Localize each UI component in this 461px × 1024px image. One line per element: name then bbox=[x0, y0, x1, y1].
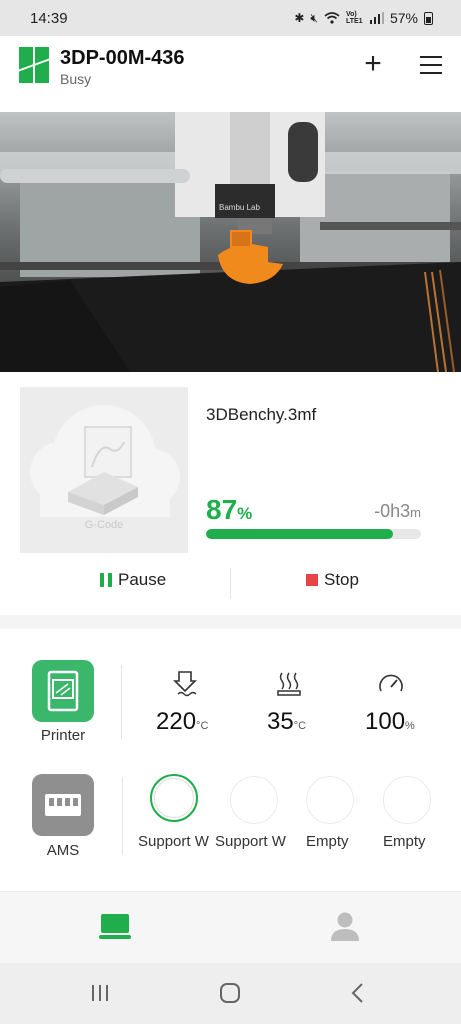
printer-tile[interactable] bbox=[32, 660, 94, 722]
network-type: Vo) LTE1 bbox=[345, 11, 363, 25]
ams-slot-1-label: Support W bbox=[138, 833, 209, 850]
job-controls: Pause Stop bbox=[0, 568, 461, 600]
stop-icon bbox=[306, 574, 318, 586]
signal-icon bbox=[369, 12, 384, 24]
printer-label: Printer bbox=[40, 727, 86, 744]
clock: 14:39 bbox=[30, 9, 68, 27]
ams-slot-2-label: Support W bbox=[215, 833, 286, 850]
device-status: Busy bbox=[60, 71, 92, 87]
stop-button[interactable]: Stop bbox=[306, 570, 359, 590]
back-icon[interactable] bbox=[350, 982, 366, 1004]
pause-label: Pause bbox=[118, 570, 167, 589]
ams-slot-2[interactable] bbox=[230, 776, 278, 824]
status-icons: ✱ 🔇︎ Vo) LTE1 57% bbox=[294, 10, 433, 26]
divider bbox=[122, 777, 123, 855]
device-name[interactable]: 3DP-00M-436 bbox=[60, 47, 185, 70]
job-thumbnail: G-Code bbox=[20, 387, 188, 553]
divider bbox=[121, 665, 122, 739]
speed-value: 100% bbox=[365, 708, 415, 735]
nozzle-temp-icon bbox=[173, 671, 197, 697]
ams-slot-4[interactable] bbox=[383, 776, 431, 824]
battery-icon bbox=[424, 11, 433, 25]
system-status-bar: 14:39 ✱ 🔇︎ Vo) LTE1 57% bbox=[0, 0, 461, 36]
speedometer-icon bbox=[379, 674, 403, 692]
pause-button[interactable]: Pause bbox=[100, 570, 166, 590]
add-device-button[interactable]: + bbox=[360, 49, 386, 80]
pause-icon bbox=[100, 573, 112, 587]
ams-icon bbox=[45, 794, 81, 816]
thumbnail-label: G-Code bbox=[84, 519, 124, 531]
app-header: 3DP-00M-436 Busy + bbox=[0, 36, 461, 112]
bluetooth-icon: ✱ bbox=[294, 11, 305, 25]
print-job-card: G-Code 3DBenchy.3mf 87% -0h3m Pause Stop bbox=[0, 372, 461, 615]
toolhead-brand-text: Bambu Lab bbox=[219, 203, 260, 212]
printer-tab-icon[interactable] bbox=[99, 912, 131, 942]
ams-slot-3-label: Empty bbox=[306, 833, 349, 850]
menu-button[interactable] bbox=[420, 56, 442, 74]
nozzle-temp-value: 220°C bbox=[156, 708, 209, 735]
bed-heat-icon bbox=[277, 672, 301, 696]
divider bbox=[230, 568, 231, 598]
progress-percent: 87% bbox=[206, 494, 253, 525]
camera-image: Bambu Lab bbox=[0, 112, 461, 372]
progress-bar bbox=[206, 529, 421, 539]
printer-icon bbox=[47, 670, 79, 712]
system-nav-bar bbox=[0, 963, 461, 1024]
ams-tile[interactable] bbox=[32, 774, 94, 836]
camera-feed[interactable]: Bambu Lab bbox=[0, 112, 461, 372]
section-divider bbox=[0, 615, 461, 629]
stop-label: Stop bbox=[324, 570, 359, 589]
ams-label: AMS bbox=[46, 842, 80, 859]
remaining-time: -0h3m bbox=[374, 501, 421, 521]
ams-slot-4-label: Empty bbox=[383, 833, 426, 850]
recent-apps-icon[interactable] bbox=[90, 983, 110, 1003]
bottom-nav bbox=[0, 891, 461, 963]
battery-percent: 57% bbox=[389, 10, 418, 26]
mute-icon: 🔇︎ bbox=[310, 10, 318, 25]
bambu-logo-icon bbox=[19, 47, 49, 83]
user-profile-icon[interactable] bbox=[330, 910, 360, 942]
printer-status-panel: Printer 220°C 35°C 100% AMS Support W Su… bbox=[0, 629, 461, 891]
progress-bar-fill bbox=[206, 529, 394, 539]
ams-slot-3[interactable] bbox=[306, 776, 354, 824]
home-icon[interactable] bbox=[219, 982, 241, 1004]
bed-temp-value: 35°C bbox=[267, 708, 307, 735]
ams-slot-1[interactable] bbox=[150, 774, 198, 822]
job-filename: 3DBenchy.3mf bbox=[206, 405, 317, 424]
wifi-icon bbox=[324, 12, 340, 24]
